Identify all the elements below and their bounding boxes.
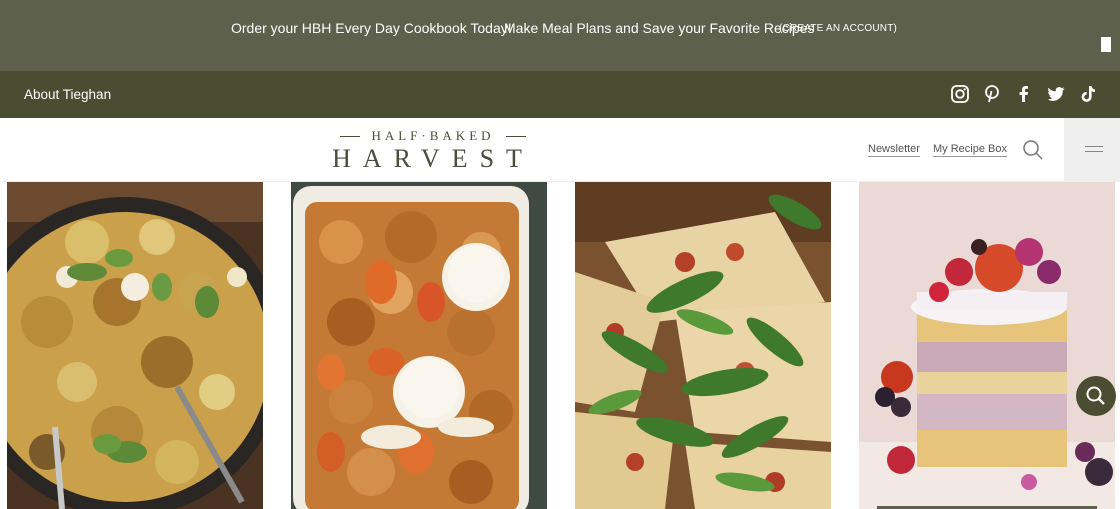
floating-search-button[interactable] <box>1076 376 1116 416</box>
search-icon <box>1086 386 1105 405</box>
site-logo[interactable]: HALF·BAKED HARVEST <box>326 126 540 176</box>
recipe-card-3[interactable] <box>575 182 831 509</box>
about-tieghan-link[interactable]: About Tieghan <box>24 87 111 102</box>
pinterest-icon[interactable] <box>982 84 1002 104</box>
site-header: HALF·BAKED HARVEST Newsletter My Recipe … <box>0 118 1120 182</box>
recipe-card-4[interactable] <box>859 182 1115 509</box>
layered-cake-image <box>859 182 1115 509</box>
meal-plans-promo-link[interactable]: Make Meal Plans and Save your Favorite R… <box>504 20 814 36</box>
arugula-pizza-image <box>575 182 831 509</box>
twitter-icon[interactable] <box>1046 84 1066 104</box>
logo-line-right <box>506 136 526 137</box>
menu-button[interactable] <box>1064 118 1120 182</box>
recipe-card-1[interactable] <box>7 182 263 509</box>
create-account-link[interactable]: (CREATE AN ACCOUNT) <box>779 23 897 34</box>
tiktok-icon[interactable] <box>1078 84 1098 104</box>
skillet-pasta-image <box>7 182 263 509</box>
secondary-nav: About Tieghan <box>0 71 1120 118</box>
cookbook-promo-link[interactable]: Order your HBH Every Day Cookbook Today! <box>231 20 512 36</box>
recipe-box-link[interactable]: My Recipe Box <box>933 143 1007 157</box>
peach-cobbler-image <box>291 182 547 509</box>
close-promo-button[interactable] <box>1101 37 1111 52</box>
newsletter-link[interactable]: Newsletter <box>868 143 920 157</box>
recipe-card-2[interactable] <box>291 182 547 509</box>
search-icon[interactable] <box>1022 139 1044 161</box>
menu-line <box>1085 146 1103 147</box>
promo-bar: Order your HBH Every Day Cookbook Today!… <box>0 0 1120 71</box>
facebook-icon[interactable] <box>1014 84 1034 104</box>
menu-line <box>1085 151 1103 152</box>
instagram-icon[interactable] <box>950 84 970 104</box>
logo-bottom-text: HARVEST <box>332 144 534 173</box>
